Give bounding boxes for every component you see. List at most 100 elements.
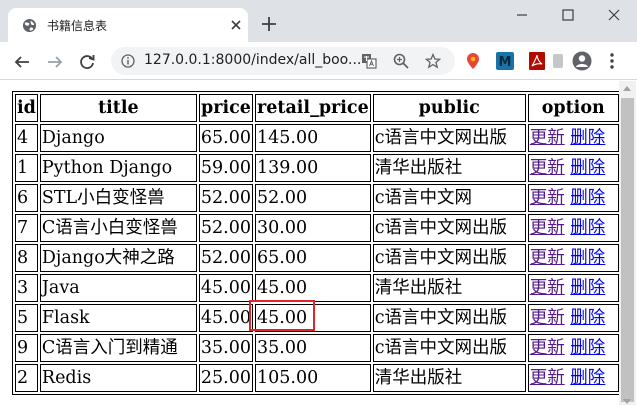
tab-strip: 书籍信息表 [0,0,637,42]
cell-retail-price: 52.00 [255,184,371,212]
update-link[interactable]: 更新 [530,338,565,358]
delete-link[interactable]: 删除 [570,308,605,328]
cell-price: 52.00 [198,244,253,272]
maximize-icon[interactable] [561,8,575,22]
update-link[interactable]: 更新 [530,278,565,298]
update-link[interactable]: 更新 [530,128,565,148]
table-row: 5 Flask 45.00 45.00 c语言中文网出版 更新 删除 [15,304,619,332]
cell-id: 2 [15,364,38,392]
star-icon[interactable] [425,53,441,69]
tab-title: 书籍信息表 [47,19,108,33]
cell-title: C语言入门到精通 [39,334,197,362]
m-ext-icon[interactable]: M [496,52,514,70]
delete-link[interactable]: 删除 [570,338,605,358]
cell-title: Java [39,274,197,302]
cell-option: 更新 删除 [527,334,619,362]
cell-public: c语言中文网出版 [372,214,526,242]
update-link[interactable]: 更新 [530,368,565,388]
zoom-icon[interactable] [393,53,409,69]
delete-link[interactable]: 删除 [570,158,605,178]
minimize-icon[interactable] [515,8,529,22]
delete-link[interactable]: 删除 [570,218,605,238]
scroll-thumb[interactable] [621,98,634,402]
header-title: title [39,94,197,122]
cell-option: 更新 删除 [527,304,619,332]
cell-id: 5 [15,304,38,332]
cell-retail-price: 45.00 [255,304,371,332]
header-price: price [198,94,253,122]
delete-link[interactable]: 删除 [570,188,605,208]
page-viewport: id title price retail_price public optio… [0,81,637,405]
table-row: 7 C语言小白变怪兽 52.00 30.00 c语言中文网出版 更新 删除 [15,214,619,242]
cell-option: 更新 删除 [527,124,619,152]
cell-price: 52.00 [198,184,253,212]
cell-price: 45.00 [198,304,253,332]
cell-id: 9 [15,334,38,362]
cell-retail-price: 30.00 [255,214,371,242]
pdf-ext-icon[interactable] [528,52,546,70]
translate-icon[interactable] [361,53,377,69]
table-row: 8 Django大神之路 52.00 65.00 c语言中文网出版 更新 删除 [15,244,619,272]
scrollbar[interactable] [619,81,636,405]
update-link[interactable]: 更新 [530,248,565,268]
cell-public: 清华出版社 [372,274,526,302]
table-header-row: id title price retail_price public optio… [15,94,619,122]
cell-retail-price: 65.00 [255,244,371,272]
cell-retail-price: 105.00 [255,364,371,392]
plus-icon[interactable] [261,16,277,32]
forward-arrow-icon[interactable] [46,53,64,71]
delete-link[interactable]: 删除 [570,128,605,148]
address-bar[interactable]: 127.0.0.1:8000/index/all_boo... [111,47,455,75]
table-row: 3 Java 45.00 45.00 清华出版社 更新 删除 [15,274,619,302]
reload-icon[interactable] [78,53,96,71]
cell-price: 25.00 [198,364,253,392]
info-icon[interactable] [121,54,135,68]
update-link[interactable]: 更新 [530,218,565,238]
kebab-menu-icon[interactable] [607,52,617,70]
header-option: option [527,94,619,122]
cell-option: 更新 删除 [527,154,619,182]
gray-ext-icon[interactable] [551,52,565,70]
url-text[interactable]: 127.0.0.1:8000/index/all_boo... [144,52,361,68]
delete-link[interactable]: 删除 [570,368,605,388]
cell-price: 59.00 [198,154,253,182]
books-table: id title price retail_price public optio… [12,91,622,395]
cell-public: c语言中文网 [372,184,526,212]
delete-link[interactable]: 删除 [570,248,605,268]
close-window-icon[interactable] [607,8,621,22]
cell-title: Python Django [39,154,197,182]
cell-retail-price: 145.00 [255,124,371,152]
cell-option: 更新 删除 [527,244,619,272]
cell-price: 52.00 [198,214,253,242]
cell-public: c语言中文网出版 [372,244,526,272]
cell-id: 7 [15,214,38,242]
cell-public: c语言中文网出版 [372,334,526,362]
scroll-up-arrow-icon[interactable] [623,86,631,91]
browser-tab[interactable]: 书籍信息表 [8,8,248,42]
scroll-down-arrow-icon[interactable] [623,399,631,404]
cell-title: Django [39,124,197,152]
update-link[interactable]: 更新 [530,188,565,208]
avatar-icon[interactable] [572,51,592,71]
delete-link[interactable]: 删除 [570,278,605,298]
cell-public: c语言中文网出版 [372,304,526,332]
header-public: public [372,94,526,122]
cell-title: STL小白变怪兽 [39,184,197,212]
update-link[interactable]: 更新 [530,158,565,178]
back-arrow-icon[interactable] [13,53,31,71]
cell-title: Redis [39,364,197,392]
cell-title: Flask [39,304,197,332]
header-id: id [15,94,38,122]
close-icon[interactable] [230,19,242,31]
table-row: 6 STL小白变怪兽 52.00 52.00 c语言中文网 更新 删除 [15,184,619,212]
table-row: 2 Redis 25.00 105.00 清华出版社 更新 删除 [15,364,619,392]
cell-public: 清华出版社 [372,364,526,392]
cell-id: 4 [15,124,38,152]
cell-title: Django大神之路 [39,244,197,272]
cell-price: 35.00 [198,334,253,362]
location-pin-ext-icon[interactable] [464,52,482,70]
cell-retail-price: 139.00 [255,154,371,182]
cell-public: c语言中文网出版 [372,124,526,152]
update-link[interactable]: 更新 [530,308,565,328]
cell-id: 1 [15,154,38,182]
